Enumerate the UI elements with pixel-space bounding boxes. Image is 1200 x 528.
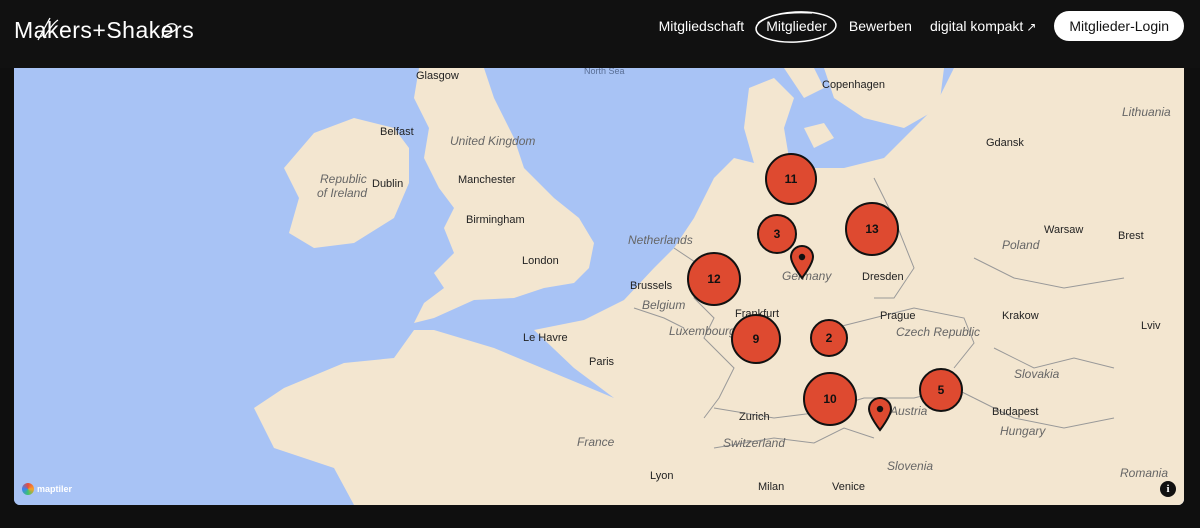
- label-netherlands: Netherlands: [628, 233, 693, 247]
- label-north-sea: North Sea: [584, 68, 625, 76]
- label-slovenia: Slovenia: [887, 459, 933, 473]
- label-brussels: Brussels: [630, 280, 673, 292]
- main-nav: Mitgliedschaft Mitglieder Bewerben digit…: [659, 11, 1184, 43]
- member-map[interactable]: North Sea Glasgow Belfast United Kingdom…: [14, 68, 1184, 505]
- nav-link-digital-kompakt-label: digital kompakt: [929, 18, 1024, 34]
- member-cluster[interactable]: 10: [803, 372, 857, 426]
- label-budapest: Budapest: [992, 406, 1038, 418]
- maptiler-attribution[interactable]: maptiler: [22, 483, 72, 495]
- label-le-havre: Le Havre: [523, 332, 568, 344]
- member-cluster[interactable]: 9: [731, 314, 781, 364]
- site-header: Makers+Shakers Mitgliedschaft Mitglieder…: [0, 0, 1200, 68]
- label-zurich: Zurich: [739, 411, 770, 423]
- member-pin-icon[interactable]: [867, 396, 893, 432]
- label-belfast: Belfast: [380, 126, 414, 138]
- member-cluster[interactable]: 13: [845, 202, 899, 256]
- member-cluster[interactable]: 2: [810, 319, 848, 357]
- label-paris: Paris: [589, 356, 615, 368]
- label-copenhagen: Copenhagen: [822, 79, 885, 91]
- label-poland: Poland: [1002, 238, 1040, 252]
- label-of-ireland: of Ireland: [317, 186, 367, 200]
- map-info-button[interactable]: i: [1160, 481, 1176, 497]
- label-czech-republic: Czech Republic: [896, 325, 980, 339]
- member-cluster[interactable]: 11: [765, 153, 817, 205]
- label-brest: Brest: [1118, 230, 1144, 242]
- label-belgium: Belgium: [642, 298, 685, 312]
- label-milan: Milan: [758, 481, 784, 493]
- external-link-icon: ↗: [1026, 20, 1037, 34]
- maptiler-attribution-text: maptiler: [37, 484, 73, 494]
- label-austria: Austria: [889, 404, 928, 418]
- logo-text: Makers+Shakers: [14, 17, 195, 43]
- maptiler-logo-icon: [22, 483, 34, 495]
- nav-link-digital-kompakt[interactable]: digital kompakt ↗: [930, 18, 1036, 34]
- nav-link-bewerben[interactable]: Bewerben: [849, 18, 912, 34]
- label-dresden: Dresden: [862, 271, 904, 283]
- member-cluster[interactable]: 5: [919, 368, 963, 412]
- nav-link-mitgliedschaft[interactable]: Mitgliedschaft: [659, 18, 745, 34]
- label-prague: Prague: [880, 310, 915, 322]
- label-lithuania: Lithuania: [1122, 105, 1171, 119]
- label-london: London: [522, 255, 559, 267]
- map-basemap: North Sea Glasgow Belfast United Kingdom…: [14, 68, 1184, 505]
- label-dublin: Dublin: [372, 178, 403, 190]
- active-nav-circle: [755, 11, 837, 43]
- member-pin-icon[interactable]: [789, 244, 815, 280]
- label-luxembourg: Luxembourg: [669, 324, 736, 338]
- member-cluster[interactable]: 12: [687, 252, 741, 306]
- label-france: France: [577, 435, 615, 449]
- makers-shakers-logo[interactable]: Makers+Shakers: [14, 14, 194, 46]
- label-birmingham: Birmingham: [466, 214, 525, 226]
- label-united-kingdom: United Kingdom: [450, 134, 535, 148]
- label-slovakia: Slovakia: [1014, 367, 1060, 381]
- label-glasgow: Glasgow: [416, 70, 459, 82]
- label-krakow: Krakow: [1002, 310, 1039, 322]
- label-lviv: Lviv: [1141, 320, 1161, 332]
- nav-link-mitglieder[interactable]: Mitglieder: [755, 11, 837, 43]
- label-republic: Republic: [320, 172, 367, 186]
- label-hungary: Hungary: [1000, 424, 1046, 438]
- label-warsaw: Warsaw: [1044, 224, 1083, 236]
- member-login-button[interactable]: Mitglieder-Login: [1054, 11, 1184, 41]
- label-manchester: Manchester: [458, 174, 516, 186]
- label-gdansk: Gdansk: [986, 137, 1024, 149]
- label-venice: Venice: [832, 481, 865, 493]
- label-lyon: Lyon: [650, 470, 673, 482]
- label-romania: Romania: [1120, 466, 1168, 480]
- label-switzerland: Switzerland: [723, 436, 785, 450]
